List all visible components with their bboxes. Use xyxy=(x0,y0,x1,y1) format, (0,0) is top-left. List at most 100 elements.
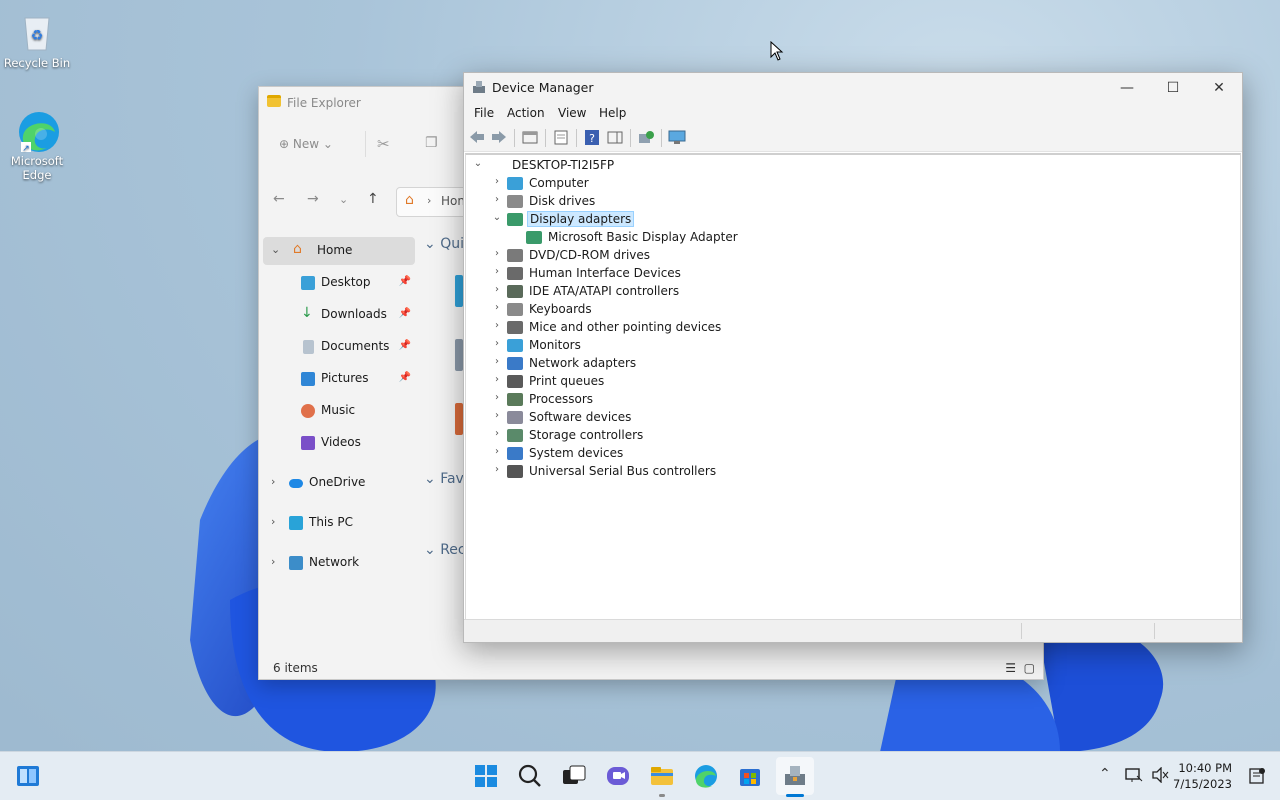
search-icon[interactable] xyxy=(516,762,544,790)
section-quick-access[interactable]: ⌄ Qui xyxy=(424,236,464,252)
recent-chevron-icon[interactable]: ⌄ xyxy=(339,193,348,206)
tree-item-label: System devices xyxy=(529,446,624,460)
tree-item-label: Display adapters xyxy=(527,211,635,227)
chevron-right-icon[interactable]: › xyxy=(491,302,503,313)
tiles-view-icon[interactable]: ▢ xyxy=(1024,661,1035,675)
details-view-icon[interactable]: ☰ xyxy=(1005,661,1016,675)
back-arrow-icon[interactable] xyxy=(468,129,486,146)
sidebar-item-desktop[interactable]: Desktop 📌 xyxy=(263,269,415,297)
file-explorer-icon[interactable] xyxy=(648,762,676,790)
tree-item-label: Keyboards xyxy=(529,302,592,316)
tree-item-label: Universal Serial Bus controllers xyxy=(529,464,717,478)
sidebar-item-pictures[interactable]: Pictures 📌 xyxy=(263,365,415,393)
menu-action[interactable]: Action xyxy=(507,106,545,120)
desktop-icon-recycle-bin[interactable]: ♻ Recycle Bin xyxy=(2,10,72,70)
edge-icon: ↗ xyxy=(15,108,59,154)
chevron-right-icon[interactable]: › xyxy=(491,374,503,385)
chevron-right-icon[interactable]: › xyxy=(491,266,503,277)
document-icon xyxy=(303,340,314,354)
task-view-icon[interactable] xyxy=(560,762,588,790)
maximize-button[interactable]: ☐ xyxy=(1150,73,1196,103)
widgets-icon[interactable] xyxy=(14,762,42,790)
chevron-right-icon[interactable]: › xyxy=(491,464,503,475)
device-tree[interactable]: ⌄ DESKTOP-TI2I5FP › Computer › Disk drives ⌄… xyxy=(465,153,1241,620)
device-manager-window[interactable]: Device Manager — ☐ ✕ File Action View He… xyxy=(463,72,1243,643)
system-device-icon xyxy=(507,447,523,460)
chevron-down-icon[interactable]: ⌄ xyxy=(271,243,280,256)
network-status-icon[interactable] xyxy=(1125,767,1143,783)
chevron-right-icon[interactable]: › xyxy=(491,248,503,259)
title-bar[interactable]: Device Manager — ☐ ✕ xyxy=(464,73,1242,103)
chevron-right-icon[interactable]: › xyxy=(271,515,275,528)
up-icon[interactable]: ↑ xyxy=(367,191,379,207)
view-toggle[interactable]: ☰ ▢ xyxy=(1005,661,1035,675)
mouse-icon xyxy=(507,321,523,334)
menu-file[interactable]: File xyxy=(474,106,494,120)
chevron-down-icon[interactable]: ⌄ xyxy=(472,158,484,169)
scan-hardware-icon[interactable] xyxy=(637,129,655,146)
start-icon[interactable] xyxy=(472,762,500,790)
show-hide-tree-icon[interactable] xyxy=(521,129,539,146)
folder-thumbnail[interactable] xyxy=(455,339,463,371)
chevron-right-icon[interactable]: › xyxy=(491,338,503,349)
cut-icon[interactable]: ✂ xyxy=(377,135,390,153)
back-icon[interactable]: ← xyxy=(273,191,285,207)
sidebar-item-documents[interactable]: Documents 📌 xyxy=(263,333,415,361)
show-hidden-icons-chevron-icon[interactable]: ⌃ xyxy=(1099,766,1111,782)
monitor-icon[interactable] xyxy=(668,129,686,146)
chevron-right-icon[interactable]: › xyxy=(491,392,503,403)
forward-icon[interactable]: → xyxy=(307,191,319,207)
chevron-right-icon[interactable]: › xyxy=(491,320,503,331)
sidebar-item-music[interactable]: Music xyxy=(263,397,415,425)
chevron-right-icon[interactable]: › xyxy=(491,428,503,439)
desktop-icon-label: Microsoft Edge xyxy=(10,154,64,182)
action-pane-icon[interactable] xyxy=(606,129,624,146)
menu-bar: File Action View Help xyxy=(464,103,1242,125)
desktop-icon-label: Recycle Bin xyxy=(3,56,71,70)
chevron-right-icon[interactable]: › xyxy=(491,356,503,367)
pin-icon[interactable]: 📌 xyxy=(399,276,411,287)
chevron-right-icon[interactable]: › xyxy=(491,410,503,421)
sidebar-item-videos[interactable]: Videos xyxy=(263,429,415,457)
volume-muted-icon[interactable] xyxy=(1151,767,1169,783)
chevron-right-icon[interactable]: › xyxy=(491,194,503,205)
section-recent[interactable]: ⌄ Rec xyxy=(424,542,466,558)
tree-item-label: IDE ATA/ATAPI controllers xyxy=(529,284,680,298)
chevron-right-icon[interactable]: › xyxy=(491,284,503,295)
chevron-down-icon[interactable]: ⌄ xyxy=(491,212,503,223)
chevron-right-icon[interactable]: › xyxy=(491,176,503,187)
minimize-button[interactable]: — xyxy=(1104,73,1150,103)
sidebar-item-network[interactable]: › Network xyxy=(263,549,415,577)
copy-icon[interactable]: ❐ xyxy=(425,135,438,151)
close-button[interactable]: ✕ xyxy=(1196,73,1242,103)
sidebar-item-home[interactable]: ⌄ ⌂ Home xyxy=(263,237,415,265)
help-icon[interactable]: ? xyxy=(583,129,601,146)
chat-icon[interactable] xyxy=(604,762,632,790)
folder-thumbnail[interactable] xyxy=(455,275,463,307)
chevron-right-icon[interactable]: › xyxy=(491,446,503,457)
chevron-right-icon[interactable]: › xyxy=(271,475,275,488)
forward-arrow-icon[interactable] xyxy=(490,129,508,146)
chevron-right-icon[interactable]: › xyxy=(271,555,275,568)
desktop-icon-edge[interactable]: ↗ Microsoft Edge xyxy=(2,108,72,182)
clock[interactable]: 10:40 PM 7/15/2023 xyxy=(1173,760,1232,792)
download-icon: ↓ xyxy=(301,305,313,321)
svg-text:?: ? xyxy=(589,132,595,145)
tree-item-label: Monitors xyxy=(529,338,581,352)
sidebar-item-downloads[interactable]: ↓ Downloads 📌 xyxy=(263,301,415,329)
store-icon[interactable] xyxy=(736,762,764,790)
menu-view[interactable]: View xyxy=(558,106,586,120)
properties-icon[interactable] xyxy=(552,129,570,146)
pin-icon[interactable]: 📌 xyxy=(399,340,411,351)
sidebar-item-this-pc[interactable]: › This PC xyxy=(263,509,415,537)
pin-icon[interactable]: 📌 xyxy=(399,308,411,319)
sidebar-item-onedrive[interactable]: › OneDrive xyxy=(263,469,415,497)
device-manager-icon[interactable] xyxy=(781,762,809,790)
menu-help[interactable]: Help xyxy=(599,106,626,120)
folder-thumbnail[interactable] xyxy=(455,403,463,435)
edge-icon[interactable] xyxy=(692,762,720,790)
pin-icon[interactable]: 📌 xyxy=(399,372,411,383)
notification-icon[interactable] xyxy=(1248,767,1266,785)
status-bar xyxy=(464,619,1242,642)
new-button[interactable]: ⊕ New ⌄ xyxy=(279,137,333,151)
